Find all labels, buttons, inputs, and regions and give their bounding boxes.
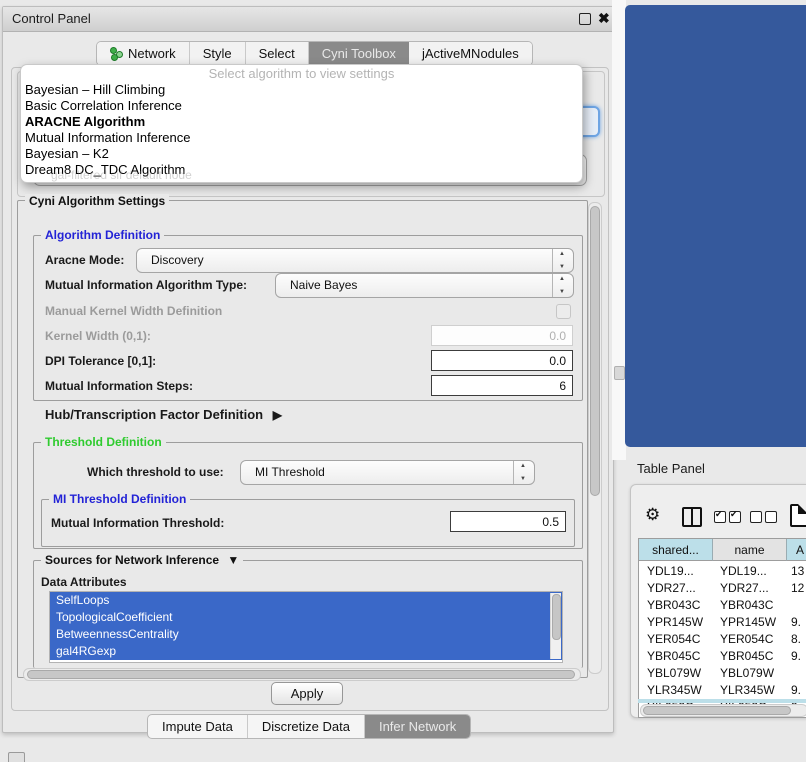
gear-icon[interactable]: ⚙ xyxy=(645,505,660,525)
table-row[interactable]: YBR045C YBR045C 9. xyxy=(639,648,806,665)
expand-arrow-icon: ▶ xyxy=(273,408,282,422)
window-title: Control Panel xyxy=(12,11,91,26)
dropdown-item[interactable]: Mutual Information Inference xyxy=(21,130,582,146)
splitter-handle-icon[interactable] xyxy=(614,366,625,380)
dock-restore-icon[interactable] xyxy=(8,752,25,762)
kernel-width-field[interactable] xyxy=(431,325,573,346)
cyni-settings-legend: Cyni Algorithm Settings xyxy=(25,194,169,208)
deselect-all-icon[interactable] xyxy=(750,511,777,523)
kernel-width-label: Kernel Width (0,1): xyxy=(45,329,151,343)
tab-cyni-toolbox[interactable]: Cyni Toolbox xyxy=(309,42,409,65)
float-icon[interactable] xyxy=(579,13,591,25)
dropdown-placeholder: Select algorithm to view settings xyxy=(21,65,582,82)
which-threshold-label: Which threshold to use: xyxy=(87,465,224,479)
node-table: shared... name A YDL19... YDL19... 13 YD… xyxy=(638,538,806,718)
network-window-frame: GAL GAL80 GAL10 GAL1 GAL11 SWI4 GAL4 GCY… xyxy=(625,5,806,447)
column-header-partial[interactable]: A xyxy=(787,539,806,561)
table-row[interactable]: YBR043C YBR043C xyxy=(639,597,806,614)
dpi-tolerance-field[interactable] xyxy=(431,350,573,371)
combo-stepper-icon[interactable] xyxy=(513,461,534,484)
table-hscrollbar-thumb[interactable] xyxy=(643,706,791,715)
network-icon xyxy=(110,47,123,60)
algorithm-dropdown-popup: Select algorithm to view settings Bayesi… xyxy=(20,64,583,183)
hub-definition-toggle[interactable]: Hub/Transcription Factor Definition ▶ xyxy=(45,407,282,422)
dropdown-item[interactable]: Bayesian – Hill Climbing xyxy=(21,82,582,98)
mi-type-combo[interactable]: Naive Bayes xyxy=(275,273,574,298)
table-row[interactable]: YPR145W YPR145W 9. xyxy=(639,614,806,631)
control-panel-window: Control Panel ✖ Network Style Select Cyn… xyxy=(2,6,614,733)
settings-hscrollbar-thumb[interactable] xyxy=(27,670,575,679)
aracne-mode-combo[interactable]: Discovery xyxy=(136,248,574,273)
tab-select[interactable]: Select xyxy=(246,42,309,65)
manual-kernel-checkbox[interactable] xyxy=(556,304,571,319)
mi-steps-field[interactable] xyxy=(431,375,573,396)
list-item[interactable]: TopologicalCoefficient xyxy=(50,609,562,626)
algorithm-definition-legend: Algorithm Definition xyxy=(41,228,164,242)
data-attributes-list: SelfLoops TopologicalCoefficient Between… xyxy=(49,591,563,663)
select-all-icon[interactable] xyxy=(714,511,741,523)
dropdown-item[interactable]: Bayesian – K2 xyxy=(21,146,582,162)
table-row[interactable]: YDR27... YDR27... 12 xyxy=(639,580,806,597)
column-header-shared-name[interactable]: shared... xyxy=(639,539,713,561)
top-tabbar: Network Style Select Cyni Toolbox jActiv… xyxy=(96,41,533,66)
apply-button[interactable]: Apply xyxy=(271,682,343,705)
column-header-name[interactable]: name xyxy=(713,539,787,561)
manual-kernel-label: Manual Kernel Width Definition xyxy=(45,304,222,318)
mi-threshold-field[interactable] xyxy=(450,511,566,532)
list-vscrollbar-thumb[interactable] xyxy=(552,594,561,640)
table-hscrollbar[interactable] xyxy=(640,704,806,717)
tab-jactivemnodules[interactable]: jActiveMNodules xyxy=(409,42,532,65)
mi-threshold-label: Mutual Information Threshold: xyxy=(51,516,224,530)
settings-vscrollbar-thumb[interactable] xyxy=(590,206,600,496)
aracne-mode-label: Aracne Mode: xyxy=(45,253,124,267)
dropdown-item[interactable]: Basic Correlation Inference xyxy=(21,98,582,114)
list-vscrollbar[interactable] xyxy=(550,593,561,659)
panel-splitter[interactable] xyxy=(612,0,626,460)
close-icon[interactable]: ✖ xyxy=(598,10,610,27)
threshold-definition-legend: Threshold Definition xyxy=(41,435,166,449)
table-row[interactable]: YDL19... YDL19... 13 xyxy=(639,563,806,580)
settings-hscrollbar[interactable] xyxy=(23,668,581,681)
export-table-icon[interactable] xyxy=(790,504,806,527)
tab-discretize-data[interactable]: Discretize Data xyxy=(248,715,365,738)
collapse-arrow-icon: ▼ xyxy=(227,553,239,567)
dropdown-item-selected[interactable]: ARACNE Algorithm xyxy=(21,114,582,130)
control-panel-titlebar: Control Panel ✖ xyxy=(3,7,613,32)
mi-threshold-legend: MI Threshold Definition xyxy=(49,492,190,506)
bottom-tabbar: Impute Data Discretize Data Infer Networ… xyxy=(147,714,471,739)
table-row[interactable]: YLR345W YLR345W 9. xyxy=(639,682,806,699)
screen: Control Panel ✖ Network Style Select Cyn… xyxy=(0,0,806,762)
ghost-network-name: gal-filtered sif default node xyxy=(51,168,192,182)
columns-icon[interactable] xyxy=(682,507,702,527)
list-item[interactable]: BetweennessCentrality xyxy=(50,626,562,643)
table-row[interactable]: YBL079W YBL079W xyxy=(639,665,806,682)
table-row[interactable]: YER054C YER054C 8. xyxy=(639,631,806,648)
tab-network[interactable]: Network xyxy=(97,42,190,65)
tab-style[interactable]: Style xyxy=(190,42,246,65)
combo-stepper-icon[interactable] xyxy=(552,274,573,297)
combo-stepper-icon[interactable] xyxy=(552,249,573,272)
data-attributes-label: Data Attributes xyxy=(41,575,127,589)
mi-steps-label: Mutual Information Steps: xyxy=(45,379,193,393)
tab-impute-data[interactable]: Impute Data xyxy=(148,715,248,738)
table-panel-title: Table Panel xyxy=(637,461,705,476)
which-threshold-combo[interactable]: MI Threshold xyxy=(240,460,535,485)
mi-type-label: Mutual Information Algorithm Type: xyxy=(45,278,247,292)
list-item[interactable]: SelfLoops xyxy=(50,592,562,609)
table-scroll-edge xyxy=(638,699,806,703)
tab-infer-network[interactable]: Infer Network xyxy=(365,715,470,738)
sources-legend[interactable]: Sources for Network Inference ▼ xyxy=(41,553,243,567)
settings-vscrollbar[interactable] xyxy=(588,202,602,674)
list-item[interactable]: gal4RGexp xyxy=(50,643,562,660)
dpi-tolerance-label: DPI Tolerance [0,1]: xyxy=(45,354,156,368)
